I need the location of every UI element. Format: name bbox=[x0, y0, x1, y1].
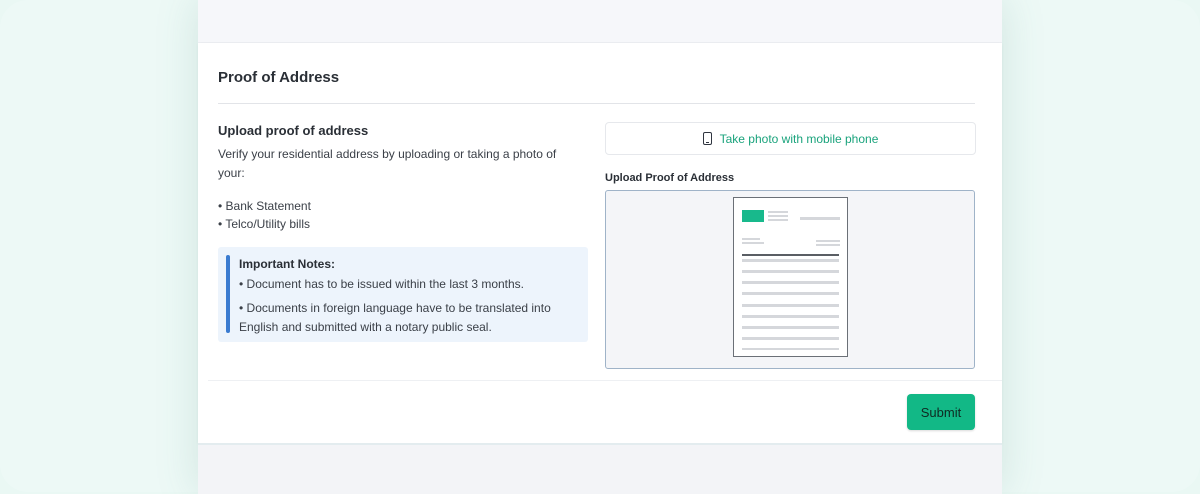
upload-label: Upload Proof of Address bbox=[605, 172, 735, 184]
previous-section bbox=[198, 0, 1002, 43]
take-photo-mobile-button[interactable]: Take photo with mobile phone bbox=[605, 122, 976, 155]
document-preview-icon bbox=[733, 197, 848, 357]
title-divider bbox=[218, 103, 975, 104]
section-heading: Upload proof of address bbox=[218, 123, 369, 138]
document-list: • Bank Statement • Telco/Utility bills bbox=[218, 197, 311, 233]
take-photo-label: Take photo with mobile phone bbox=[719, 131, 879, 146]
note-item: • Document has to be issued within the l… bbox=[239, 277, 525, 291]
list-item: • Bank Statement bbox=[218, 199, 311, 213]
form-container: Proof of Address Upload proof of address… bbox=[198, 0, 1002, 494]
notes-accent-bar bbox=[226, 255, 230, 333]
note-item: • Documents in foreign language have to … bbox=[239, 301, 551, 334]
submit-button[interactable]: Submit bbox=[907, 394, 975, 430]
next-section bbox=[198, 443, 1002, 494]
notes-title: Important Notes: bbox=[239, 257, 335, 271]
proof-of-address-panel: Proof of Address Upload proof of address… bbox=[198, 43, 1002, 443]
panel-title: Proof of Address bbox=[218, 69, 340, 86]
important-notes: Important Notes: • Document has to be is… bbox=[218, 247, 588, 342]
list-item: • Telco/Utility bills bbox=[218, 217, 311, 231]
footer-divider bbox=[208, 380, 1002, 381]
upload-dropzone[interactable] bbox=[605, 190, 975, 369]
section-description: Verify your residential address by uploa… bbox=[218, 147, 557, 180]
mobile-phone-icon bbox=[702, 132, 712, 145]
